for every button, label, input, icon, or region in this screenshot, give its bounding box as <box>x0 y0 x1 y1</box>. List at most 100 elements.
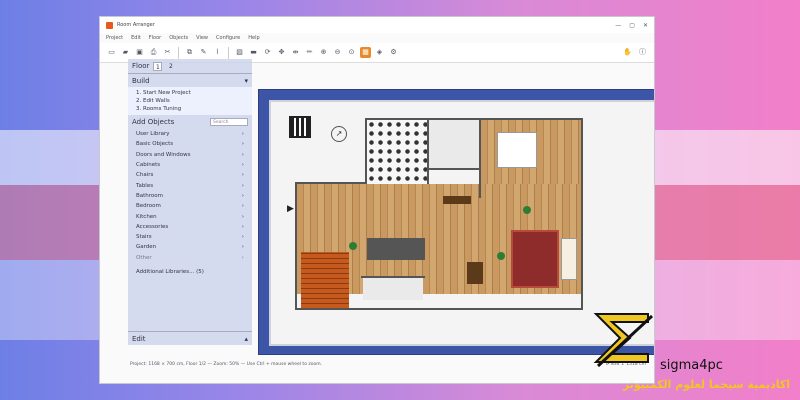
chevron-right-icon: › <box>241 223 244 230</box>
3d-view-icon[interactable]: ◈ <box>374 47 385 58</box>
object-item-other[interactable]: Other › <box>128 253 252 263</box>
image-icon[interactable]: ▨ <box>234 47 245 58</box>
floorplan-view-icon[interactable]: ▦ <box>360 47 371 58</box>
floor-selector: Floor 1 2 <box>128 59 252 73</box>
floor-label: Floor <box>132 62 150 70</box>
build-label: Build <box>132 76 150 85</box>
storage-floor <box>363 278 423 300</box>
rug <box>511 230 559 288</box>
app-logo-icon <box>106 21 113 29</box>
add-objects-label: Add Objects <box>132 118 175 126</box>
rotate-icon[interactable]: ⟳ <box>262 47 273 58</box>
chevron-right-icon: › <box>241 254 244 261</box>
add-objects-header: Add Objects Search <box>128 115 252 129</box>
plant-icon <box>497 252 505 260</box>
close-button[interactable]: ✕ <box>643 22 648 29</box>
bed-icon <box>497 132 537 168</box>
build-item-start[interactable]: 1. Start New Project <box>128 89 252 97</box>
additional-libraries-link[interactable]: Additional Libraries... (5) <box>128 263 252 279</box>
arrow-right-icon: ▶ <box>287 204 294 214</box>
chevron-right-icon: › <box>241 213 244 220</box>
bathroom-floor <box>367 120 427 184</box>
hall-floor <box>429 120 479 168</box>
print-icon[interactable]: ⎙ <box>148 47 159 58</box>
wall <box>295 308 583 310</box>
status-bar: Project: 1168 × 700 cm, Floor 1/2 — Zoom… <box>128 359 648 369</box>
object-item-stairs[interactable]: Stairs › <box>128 232 252 242</box>
collapse-icon: ▾ <box>244 76 248 85</box>
move-icon[interactable]: ✥ <box>276 47 287 58</box>
chevron-right-icon: › <box>241 162 244 169</box>
paint-icon[interactable]: ✎ <box>198 47 209 58</box>
chevron-right-icon: › <box>241 131 244 138</box>
toolbar-separator <box>178 46 179 59</box>
status-text: Project: 1168 × 700 cm, Floor 1/2 — Zoom… <box>130 361 323 367</box>
wall <box>295 182 297 310</box>
collapse-icon: ▴ <box>244 334 248 343</box>
maximize-button[interactable]: ▢ <box>629 22 635 29</box>
new-file-icon[interactable]: ▭ <box>106 47 117 58</box>
sigma-logo-icon <box>593 313 654 368</box>
dining-table-icon <box>467 262 483 284</box>
open-folder-icon[interactable]: ▰ <box>120 47 131 58</box>
save-icon[interactable]: ▣ <box>134 47 145 58</box>
build-section-header[interactable]: Build ▾ <box>128 73 252 87</box>
cut-icon[interactable]: ✂ <box>162 47 173 58</box>
brush-icon[interactable]: ⌇ <box>212 47 223 58</box>
edit-section-header[interactable]: Edit ▴ <box>128 331 252 345</box>
minimize-button[interactable]: — <box>615 22 621 29</box>
chevron-right-icon: › <box>241 151 244 158</box>
desk-icon <box>443 196 471 204</box>
floor-1-button[interactable]: 1 <box>153 61 163 71</box>
build-item-rooms[interactable]: 3. Rooms Tuning <box>128 105 252 113</box>
object-item-doors[interactable]: Doors and Windows › <box>128 150 252 160</box>
edit-label: Edit <box>132 334 146 343</box>
chevron-right-icon: › <box>241 172 244 179</box>
object-item-kitchen[interactable]: Kitchen › <box>128 211 252 221</box>
copy-icon[interactable]: ⧉ <box>184 47 195 58</box>
object-item-basic[interactable]: Basic Objects › <box>128 139 252 149</box>
stairs <box>301 252 349 308</box>
zoom-in-icon[interactable]: ⊕ <box>318 47 329 58</box>
info-icon[interactable]: ⓘ <box>637 47 648 58</box>
object-item-bedroom[interactable]: Bedroom › <box>128 201 252 211</box>
zoom-out-icon[interactable]: ⊖ <box>332 47 343 58</box>
hand-icon[interactable]: ✋ <box>622 47 633 58</box>
wall <box>581 118 583 310</box>
object-item-bathroom[interactable]: Bathroom › <box>128 191 252 201</box>
search-input[interactable]: Search <box>210 118 248 126</box>
wall <box>429 168 481 170</box>
chevron-right-icon: › <box>241 192 244 199</box>
menu-configure[interactable]: Configure <box>216 35 240 41</box>
chevron-right-icon: › <box>241 203 244 210</box>
measure-icon[interactable]: ⇹ <box>290 47 301 58</box>
menu-help[interactable]: Help <box>248 35 259 41</box>
object-item-user-library[interactable]: User Library › <box>128 129 252 139</box>
object-item-cabinets[interactable]: Cabinets › <box>128 160 252 170</box>
menu-objects[interactable]: Objects <box>169 35 188 41</box>
menu-project[interactable]: Project <box>106 35 123 41</box>
kitchen-island <box>367 238 425 260</box>
menu-bar: Project Edit Floor Objects View Configur… <box>100 33 654 43</box>
camera-icon[interactable]: ⚙ <box>388 47 399 58</box>
pencil-icon[interactable]: ✏ <box>304 47 315 58</box>
menu-edit[interactable]: Edit <box>131 35 141 41</box>
zoom-fit-icon[interactable]: ⊙ <box>346 47 357 58</box>
chevron-right-icon: › <box>241 182 244 189</box>
chevron-right-icon: › <box>241 234 244 241</box>
toolbar-separator <box>228 46 229 59</box>
menu-view[interactable]: View <box>196 35 208 41</box>
wall <box>361 276 425 278</box>
build-item-walls[interactable]: 2. Edit Walls <box>128 97 252 105</box>
sidebar: Floor 1 2 Build ▾ 1. Start New Project 2… <box>128 59 252 345</box>
plant-icon <box>349 242 357 250</box>
object-item-tables[interactable]: Tables › <box>128 180 252 190</box>
chevron-right-icon: › <box>241 244 244 251</box>
menu-floor[interactable]: Floor <box>149 35 161 41</box>
object-item-chairs[interactable]: Chairs › <box>128 170 252 180</box>
object-item-accessories[interactable]: Accessories › <box>128 222 252 232</box>
object-item-garden[interactable]: Garden › <box>128 242 252 252</box>
window-title: Room Arranger <box>117 22 155 28</box>
wall-icon[interactable]: ▬ <box>248 47 259 58</box>
floor-2-button[interactable]: 2 <box>166 62 175 71</box>
